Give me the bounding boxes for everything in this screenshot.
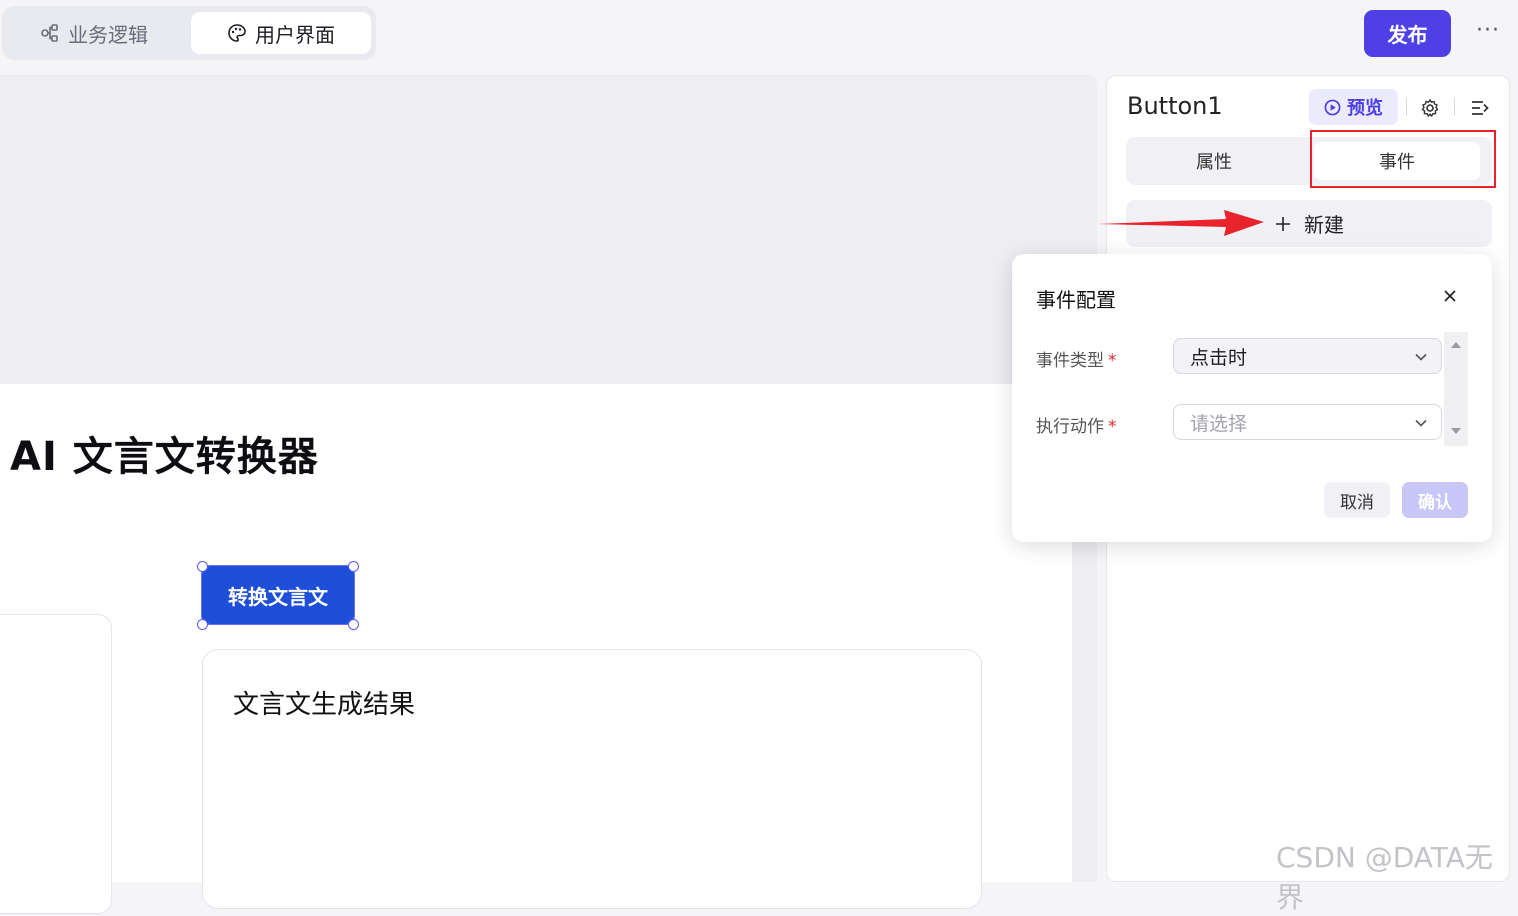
collapse-panel-icon[interactable] [1468, 96, 1492, 120]
resize-handle-bottom-left[interactable] [197, 619, 208, 630]
divider [1454, 98, 1455, 116]
action-placeholder: 请选择 [1190, 412, 1248, 435]
dialog-title: 事件配置 [1036, 288, 1116, 312]
event-type-label: 事件类型 * [1036, 346, 1117, 371]
result-title: 文言文生成结果 [233, 690, 416, 720]
event-type-value: 点击时 [1190, 346, 1248, 369]
top-bar: 业务逻辑 用户界面 发布 ··· [0, 0, 1518, 74]
action-select[interactable]: 请选择 [1173, 404, 1442, 440]
input-card[interactable] [0, 614, 112, 914]
palette-icon [228, 24, 246, 42]
event-type-label-text: 事件类型 [1036, 351, 1104, 371]
tab-business-logic-label: 业务逻辑 [68, 22, 148, 47]
nodes-icon [41, 24, 58, 42]
mode-switch: 业务逻辑 用户界面 [2, 6, 376, 60]
annotation-arrow [1098, 210, 1264, 236]
convert-button[interactable]: 转换文言文 [201, 565, 355, 625]
resize-handle-top-left[interactable] [197, 561, 208, 572]
dialog-scrollbar[interactable] [1444, 332, 1468, 446]
preview-button[interactable]: 预览 [1309, 89, 1398, 125]
publish-button[interactable]: 发布 [1364, 10, 1451, 57]
action-label-text: 执行动作 [1036, 417, 1104, 437]
play-circle-icon [1324, 99, 1341, 115]
divider [1406, 98, 1407, 116]
page-title[interactable]: AI 文言文转换器 [10, 424, 319, 482]
tab-user-interface[interactable]: 用户界面 [191, 12, 371, 54]
tab-business-logic[interactable]: 业务逻辑 [26, 12, 162, 54]
new-event-label: 新建 [1304, 213, 1344, 237]
highlight-box [1310, 130, 1496, 188]
preview-label: 预览 [1347, 98, 1383, 119]
event-type-select[interactable]: 点击时 [1173, 338, 1442, 374]
plus-icon [1276, 216, 1290, 231]
resize-handle-top-right[interactable] [348, 561, 359, 572]
resize-handle-bottom-right[interactable] [348, 619, 359, 630]
tab-user-interface-label: 用户界面 [255, 22, 335, 47]
watermark: CSDN @DATA无界 [1276, 841, 1493, 914]
confirm-button[interactable]: 确认 [1402, 482, 1468, 518]
chevron-down-icon [1415, 353, 1427, 361]
action-label: 执行动作 * [1036, 412, 1117, 437]
cancel-button[interactable]: 取消 [1324, 482, 1390, 518]
close-icon[interactable] [1439, 285, 1461, 307]
chevron-down-icon [1415, 419, 1427, 427]
required-mark: * [1108, 351, 1117, 371]
tab-properties[interactable]: 属性 [1131, 142, 1297, 180]
scroll-up-icon[interactable] [1444, 334, 1468, 354]
required-mark: * [1108, 417, 1117, 437]
scroll-down-icon[interactable] [1444, 422, 1468, 442]
component-name: Button1 [1127, 92, 1223, 120]
more-options-icon[interactable]: ··· [1472, 18, 1504, 48]
gear-icon[interactable] [1418, 96, 1442, 120]
